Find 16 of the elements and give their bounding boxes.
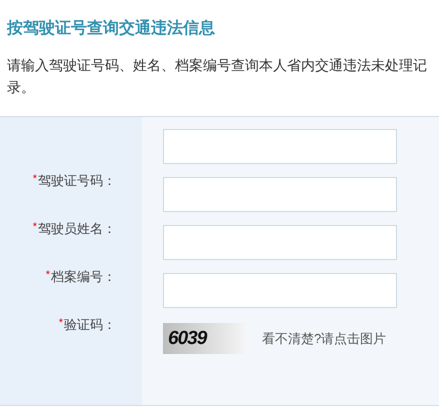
required-mark: * (32, 172, 37, 187)
refresh-captcha-hint: 看不清楚?请点击图片 (262, 330, 386, 348)
input-field[interactable] (163, 225, 397, 260)
captcha-image[interactable]: 6039 (163, 323, 246, 354)
field-label: 档案编号： (51, 268, 116, 286)
field-label: 驾驶员姓名： (38, 220, 116, 238)
description: 请输入驾驶证号码、姓名、档案编号查询本人省内交通违法未处理记录。 (7, 56, 428, 97)
field-label: 驾驶证号码： (38, 172, 116, 190)
input-field[interactable] (163, 273, 397, 308)
required-mark: * (32, 220, 37, 235)
field-label: 验证码： (64, 316, 116, 334)
input-field[interactable] (163, 177, 397, 212)
page-title: 按驾驶证号查询交通违法信息 (7, 18, 216, 39)
input-field[interactable] (163, 129, 397, 164)
required-mark: * (46, 268, 50, 283)
required-mark: * (58, 316, 63, 331)
